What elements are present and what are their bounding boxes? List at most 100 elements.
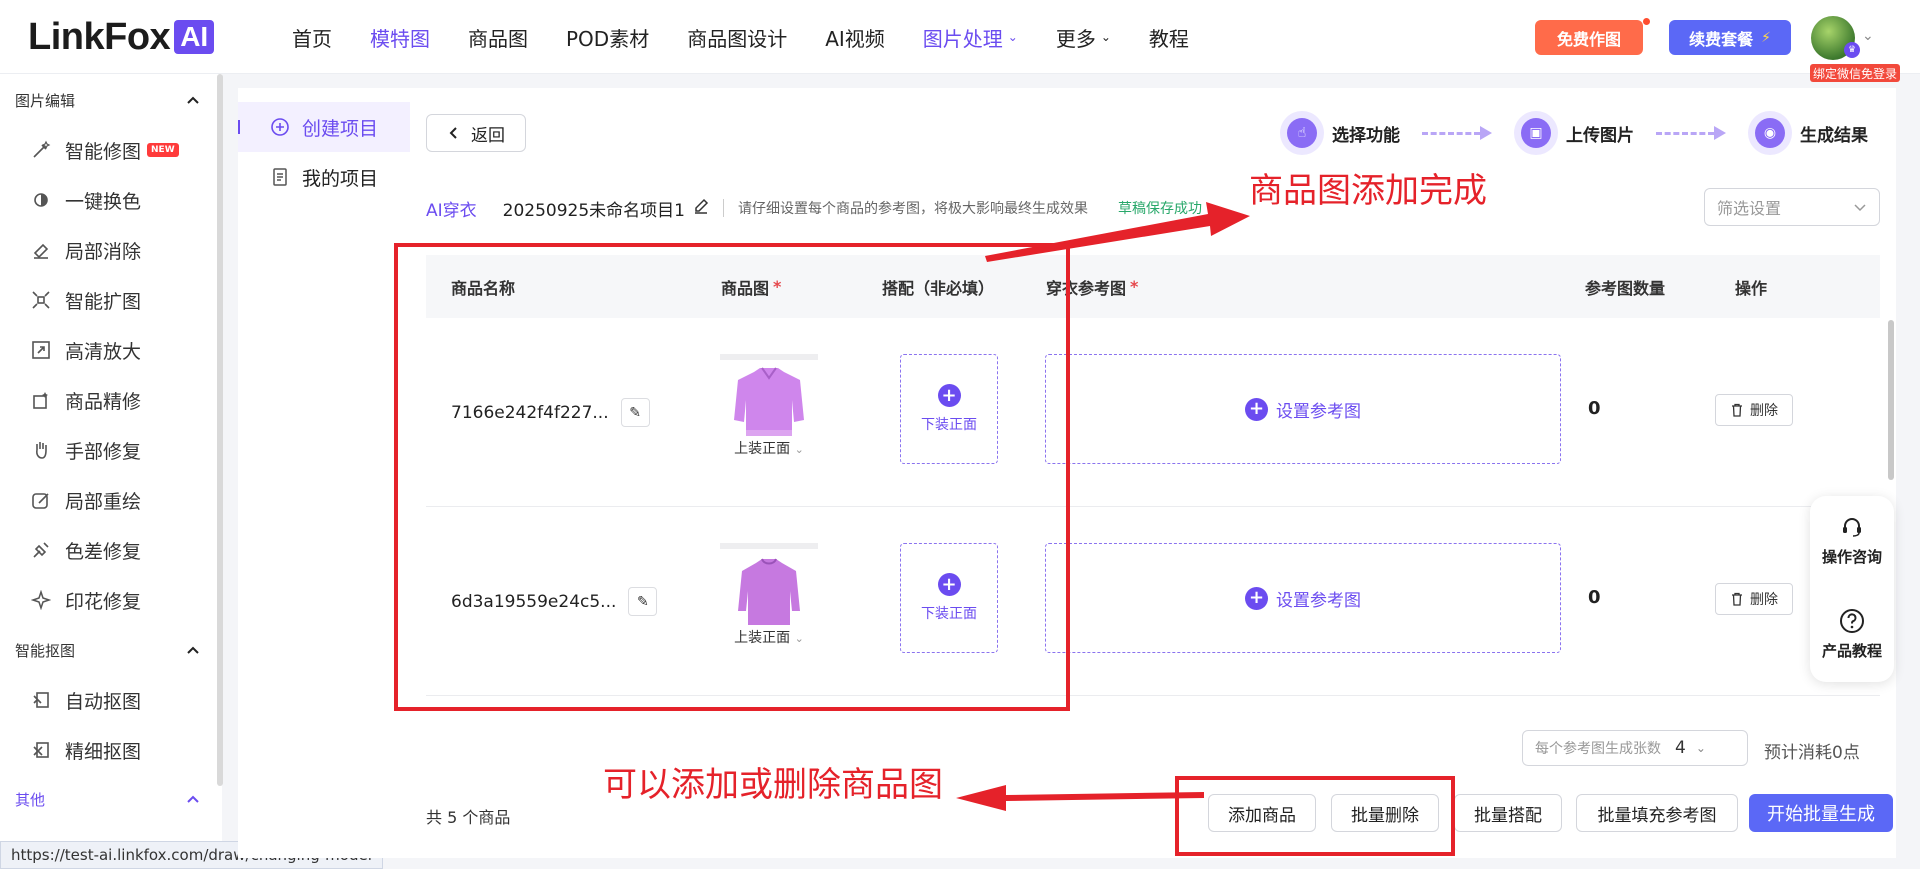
plus-icon: + (1245, 397, 1268, 421)
progress-steps: ☝ 选择功能 ▣ 上传图片 ◉ 生成结果 (1280, 110, 1868, 156)
ref-upload[interactable]: + 设置参考图 (1045, 543, 1561, 653)
batch-match-button[interactable]: 批量搭配 (1454, 794, 1562, 832)
consult-button[interactable]: 操作咨询 (1810, 514, 1894, 567)
sidebar-item-upscale[interactable]: 高清放大 (30, 335, 210, 365)
free-draw-button[interactable]: 免费作图 (1535, 20, 1643, 55)
upscale-icon (30, 339, 52, 361)
main-nav: 首页 模特图 商品图 POD素材 商品图设计 AI视频 图片处理 ⌄ 更多 ⌄ 教程 (292, 0, 1227, 74)
annotation-box-products (394, 243, 1070, 711)
per-gen-value: 4 (1675, 738, 1686, 758)
logo-text: LinkFox (28, 15, 171, 58)
plus-circle-icon (270, 117, 290, 137)
sidebar-item-auto-cutout[interactable]: 自动抠图 (30, 685, 210, 715)
logo[interactable]: LinkFox AI (28, 15, 215, 58)
chevron-down-icon: ⌄ (1695, 741, 1706, 755)
lightning-icon: ⚡ (1761, 29, 1771, 46)
magic-wand-icon (30, 139, 52, 161)
sidebar-group-image-edit[interactable]: 图片编辑 (15, 90, 200, 111)
nav-pod[interactable]: POD素材 (566, 23, 649, 52)
step-select-function: ☝ 选择功能 (1280, 111, 1400, 155)
chevron-up-icon (187, 646, 199, 654)
sidebar-item-fine-cutout[interactable]: 精细抠图 (30, 735, 210, 765)
required-mark: * (1130, 277, 1139, 296)
sidebar-item-color-fix[interactable]: 色差修复 (30, 535, 210, 565)
nav-more[interactable]: 更多 ⌄ (1056, 23, 1111, 52)
col-action: 操作 (1735, 255, 1767, 318)
col-count: 参考图数量 (1585, 255, 1665, 318)
nav-label: 商品图设计 (687, 26, 788, 51)
per-reference-count-select[interactable]: 每个参考图生成张数 4 ⌄ (1522, 730, 1748, 766)
sidebar-item-label: 智能修图 (65, 140, 142, 163)
nav-label: 首页 (292, 26, 332, 51)
hand-icon (30, 439, 52, 461)
eraser-icon (30, 239, 52, 261)
nav-model[interactable]: 模特图 (370, 23, 430, 52)
subnav-my-projects[interactable]: 我的项目 (238, 152, 410, 202)
pencil-icon[interactable] (693, 198, 709, 218)
nav-ai-video[interactable]: AI视频 (825, 23, 885, 52)
step-arrow (1656, 125, 1726, 140)
nav-product[interactable]: 商品图 (468, 23, 528, 52)
back-button[interactable]: 返回 (426, 114, 526, 152)
sidebar-group-cutout[interactable]: 智能抠图 (15, 640, 200, 661)
print-fix-icon (30, 589, 52, 611)
sidebar-item-refine[interactable]: 商品精修 (30, 385, 210, 415)
sidebar-item-color-swap[interactable]: 一键换色 (30, 185, 210, 215)
renew-plan-button[interactable]: 续费套餐 ⚡ (1669, 20, 1791, 55)
auto-cutout-icon (30, 689, 52, 711)
batch-fill-reference-button[interactable]: 批量填充参考图 (1576, 794, 1738, 832)
sidebar-item-label: 局部消除 (65, 240, 142, 263)
annotation-box-buttons (1175, 776, 1455, 856)
col-label: 操作 (1735, 278, 1768, 298)
table-scrollbar[interactable] (1888, 320, 1894, 480)
feature-tag[interactable]: AI穿衣 (426, 196, 477, 221)
sidebar-item-label: 智能扩图 (65, 290, 142, 313)
sidebar-item-hand-fix[interactable]: 手部修复 (30, 435, 210, 465)
notification-dot (1643, 18, 1650, 25)
subnav-create-project[interactable]: 创建项目 (238, 102, 410, 152)
sidebar-group-other[interactable]: 其他 (15, 789, 200, 810)
ref-upload[interactable]: + 设置参考图 (1045, 354, 1561, 464)
upload-image-icon: ▣ (1514, 111, 1558, 155)
sidebar-item-label: 手部修复 (65, 440, 142, 463)
sidebar-item-expand[interactable]: 智能扩图 (30, 285, 210, 315)
hint-text: 请仔细设置每个商品的参考图，将极大影响最终生成效果 (738, 201, 1088, 217)
delete-button[interactable]: 删除 (1715, 583, 1793, 615)
sidebar-item-repaint[interactable]: 局部重绘 (30, 485, 210, 515)
wechat-bind-tag[interactable]: 绑定微信免登录 (1810, 64, 1900, 82)
crown-icon: ♛ (1844, 42, 1860, 58)
fine-cutout-icon (30, 739, 52, 761)
step-generate-result: ◉ 生成结果 (1748, 111, 1868, 155)
group-label: 智能抠图 (15, 642, 76, 660)
sidebar-item-label: 高清放大 (65, 340, 142, 363)
filter-select[interactable]: 筛选设置 (1704, 188, 1880, 226)
sidebar-item-erase[interactable]: 局部消除 (30, 235, 210, 265)
sidebar-item-smart-retouch[interactable]: 智能修图 NEW (30, 135, 210, 165)
nav-tutorial[interactable]: 教程 (1149, 23, 1189, 52)
consult-label: 操作咨询 (1821, 548, 1882, 566)
sidebar-item-print-fix[interactable]: 印花修复 (30, 585, 210, 615)
sidebar-item-label: 局部重绘 (65, 490, 142, 513)
nav-product-design[interactable]: 商品图设计 (687, 23, 787, 52)
nav-image-process[interactable]: 图片处理 ⌄ (923, 23, 1018, 52)
top-header: LinkFox AI 首页 模特图 商品图 POD素材 商品图设计 AI视频 图… (0, 0, 1920, 82)
chevron-down-icon: ⌄ (1100, 30, 1111, 44)
chevron-down-icon[interactable]: ⌄ (1862, 28, 1874, 44)
sidebar-item-label: 一键换色 (65, 190, 142, 213)
product-total: 共 5 个商品 (426, 808, 511, 827)
delete-button[interactable]: 删除 (1715, 394, 1793, 426)
step-label: 生成结果 (1800, 125, 1868, 146)
breadcrumb: AI穿衣 20250925未命名项目1 请仔细设置每个商品的参考图，将极大影响最… (426, 196, 1202, 221)
renew-label: 续费套餐 (1689, 29, 1754, 49)
question-icon (1839, 608, 1865, 634)
result-icon: ◉ (1748, 111, 1792, 155)
subnav-label: 我的项目 (302, 167, 379, 190)
expand-icon (30, 289, 52, 311)
tutorial-button[interactable]: 产品教程 (1810, 608, 1894, 661)
project-title: 20250925未命名项目1 (502, 200, 685, 221)
sidebar-scrollbar[interactable] (217, 74, 223, 786)
nav-label: AI视频 (825, 26, 885, 51)
step-label: 选择功能 (1332, 125, 1400, 146)
start-batch-generate-button[interactable]: 开始批量生成 (1749, 794, 1893, 832)
nav-home[interactable]: 首页 (292, 23, 332, 52)
